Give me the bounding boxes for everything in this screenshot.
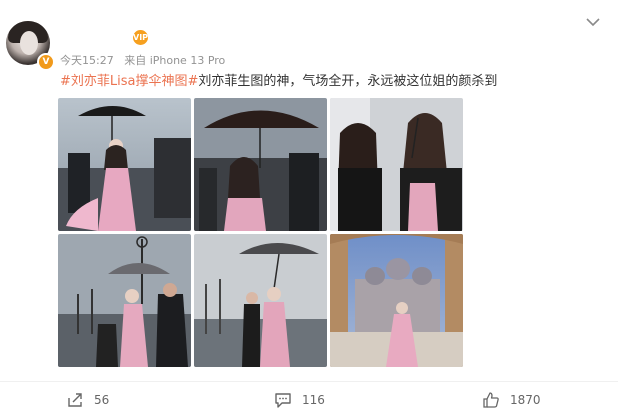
like-button[interactable]: 1870	[482, 390, 541, 410]
photo-4[interactable]	[58, 234, 191, 367]
post-time[interactable]: 今天15:27	[60, 54, 114, 67]
hashtag-link[interactable]: #刘亦菲Lisa撑伞神图#	[60, 74, 198, 89]
comment-button[interactable]: 116	[274, 390, 325, 410]
photo-3[interactable]	[330, 98, 463, 231]
post-source: 来自 iPhone 13 Pro	[124, 54, 226, 67]
repost-count: 56	[94, 393, 110, 407]
verified-badge: V	[37, 53, 55, 71]
avatar-face	[20, 31, 38, 55]
repost-icon	[68, 393, 82, 407]
action-bar: 56 116 1870	[0, 381, 618, 418]
photo-6[interactable]	[330, 234, 463, 367]
photo-1[interactable]	[58, 98, 191, 231]
like-count: 1870	[510, 393, 541, 407]
post-body: 刘亦菲生图的神，气场全开，永远被这位姐的颜杀到	[198, 74, 498, 89]
chevron-down-icon	[586, 18, 600, 27]
post-meta: 今天15:27 来自 iPhone 13 Pro	[60, 52, 232, 68]
thumbs-up-icon	[483, 392, 499, 408]
comment-icon	[275, 393, 291, 408]
photo-grid	[58, 98, 464, 368]
photo-5[interactable]	[194, 234, 327, 367]
comment-count: 116	[302, 393, 325, 407]
photo-2[interactable]	[194, 98, 327, 231]
more-options-button[interactable]	[585, 14, 601, 30]
repost-button[interactable]: 56	[66, 390, 109, 410]
vip-badge-icon[interactable]: VIP	[133, 30, 148, 45]
username[interactable]	[60, 26, 102, 37]
post-text: #刘亦菲Lisa撑伞神图#刘亦菲生图的神，气场全开，永远被这位姐的颜杀到	[60, 72, 497, 92]
